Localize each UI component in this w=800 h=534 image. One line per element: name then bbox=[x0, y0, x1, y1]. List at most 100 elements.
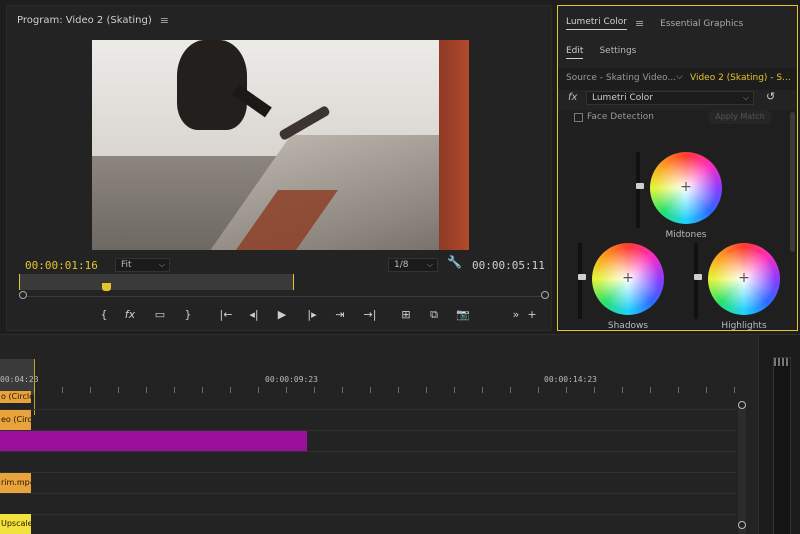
timeline-clip[interactable]: eo (Circle) bbox=[0, 410, 31, 430]
chevron-down-icon[interactable]: ⌵ bbox=[676, 72, 683, 82]
zoom-handle-left[interactable] bbox=[19, 291, 27, 299]
extract-icon[interactable]: ⧉ bbox=[425, 306, 443, 324]
ruler-tick bbox=[706, 387, 707, 393]
highlights-slider-handle[interactable] bbox=[694, 274, 702, 280]
shadows-slider[interactable] bbox=[578, 243, 582, 319]
step-back-icon[interactable]: ◂| bbox=[245, 306, 263, 324]
ruler-tick bbox=[482, 387, 483, 393]
tab-edit[interactable]: Edit bbox=[566, 46, 584, 59]
effect-select[interactable]: Lumetri Color ⌵ bbox=[586, 91, 754, 105]
ruler-tick bbox=[202, 387, 203, 393]
midtones-slider[interactable] bbox=[636, 152, 640, 228]
ruler-tick bbox=[426, 387, 427, 393]
program-monitor-header: Program: Video 2 (Skating) ≡ bbox=[17, 14, 169, 27]
lumetri-color-panel: Lumetri Color ≡ Essential Graphics Edit … bbox=[557, 5, 798, 331]
lift-icon[interactable]: ⊞ bbox=[397, 306, 415, 324]
ruler-tick bbox=[566, 387, 567, 393]
duration-timecode: 00:00:05:11 bbox=[472, 259, 545, 272]
playback-resolution-value: 1/8 bbox=[394, 260, 409, 270]
mark-out-icon[interactable]: } bbox=[179, 306, 197, 324]
hamburger-icon[interactable]: ≡ bbox=[160, 14, 169, 27]
current-timecode[interactable]: 00:00:01:16 bbox=[25, 259, 98, 272]
chevron-down-icon: ⌵ bbox=[426, 260, 433, 269]
timeline-clip-adjustment[interactable] bbox=[0, 431, 307, 451]
ruler-tick bbox=[650, 387, 651, 393]
midtones-slider-handle[interactable] bbox=[636, 183, 644, 189]
ruler-tick bbox=[622, 387, 623, 393]
audio-meter-bars bbox=[774, 358, 790, 366]
scroll-handle-bottom[interactable] bbox=[738, 521, 746, 529]
safe-margins-icon[interactable]: ▭ bbox=[151, 306, 169, 324]
track-divider bbox=[0, 493, 736, 494]
reset-icon[interactable]: ↺ bbox=[766, 90, 775, 103]
face-detection-checkbox[interactable] bbox=[574, 112, 583, 122]
step-forward-icon[interactable]: |▸ bbox=[303, 306, 321, 324]
zoom-handle-right[interactable] bbox=[541, 291, 549, 299]
go-to-in-icon[interactable]: |← bbox=[217, 306, 235, 324]
lumetri-subtabs: Edit Settings bbox=[566, 46, 636, 59]
program-monitor-panel: Program: Video 2 (Skating) ≡ 00:00:01:16… bbox=[6, 5, 552, 331]
timeline-clip[interactable]: o (Circle) bbox=[0, 391, 31, 403]
ruler-tick bbox=[594, 387, 595, 393]
mark-in-icon[interactable]: { bbox=[95, 306, 113, 324]
zoom-scrollbar-track[interactable] bbox=[19, 296, 545, 297]
tab-essential-graphics[interactable]: Essential Graphics bbox=[660, 19, 743, 29]
effect-select-value: Lumetri Color bbox=[592, 93, 653, 103]
playback-resolution-select[interactable]: 1/8 ⌵ bbox=[388, 258, 438, 272]
ruler-tick bbox=[174, 387, 175, 393]
transport-controls: { fx ▭ } |← ◂| ▶ |▸ ⇥ →| ⊞ ⧉ 📷 » + bbox=[7, 306, 553, 326]
face-detection-label: Face Detection bbox=[587, 112, 654, 122]
scroll-handle-top[interactable] bbox=[738, 401, 746, 409]
hamburger-icon[interactable]: ≡ bbox=[635, 17, 644, 30]
monitor-scrub-bar[interactable] bbox=[19, 274, 549, 302]
crosshair-icon: + bbox=[680, 179, 692, 195]
panel-scrollbar[interactable] bbox=[790, 112, 795, 252]
ruler-tick bbox=[118, 387, 119, 393]
shadows-slider-handle[interactable] bbox=[578, 274, 586, 280]
ruler-tick bbox=[370, 387, 371, 393]
camera-icon[interactable]: 📷 bbox=[454, 306, 472, 324]
ruler-tick bbox=[342, 387, 343, 393]
track-divider bbox=[0, 472, 736, 473]
ruler-tick bbox=[538, 387, 539, 393]
track-divider bbox=[0, 514, 736, 515]
play-icon[interactable]: ▶ bbox=[273, 306, 291, 324]
ruler-tick bbox=[678, 387, 679, 393]
tab-lumetri-color[interactable]: Lumetri Color bbox=[566, 17, 627, 30]
tab-settings[interactable]: Settings bbox=[599, 46, 636, 59]
clip-label: eo (Circle) bbox=[1, 415, 31, 424]
zoom-fit-value: Fit bbox=[121, 260, 132, 270]
monitor-time-ruler[interactable] bbox=[19, 274, 294, 290]
ruler-tick bbox=[230, 387, 231, 393]
zoom-fit-select[interactable]: Fit ⌵ bbox=[115, 258, 170, 272]
timeline-clip[interactable]: rim.mp4 bbox=[0, 473, 31, 493]
ruler-tick bbox=[286, 387, 287, 393]
video-preview bbox=[92, 40, 469, 250]
fx-icon[interactable]: fx bbox=[121, 306, 139, 324]
target-sequence-label[interactable]: Video 2 (Skating) - S... bbox=[690, 73, 791, 83]
source-clip-label[interactable]: Source - Skating Video... bbox=[566, 73, 676, 83]
crosshair-icon: + bbox=[622, 270, 634, 286]
apply-match-button[interactable]: Apply Match bbox=[708, 110, 772, 124]
crosshair-icon: + bbox=[738, 270, 750, 286]
export-frame-icon[interactable]: ⇥ bbox=[331, 306, 349, 324]
timeline-clip[interactable]: Upscaled. bbox=[0, 514, 31, 534]
effect-row: fx Lumetri Color ⌵ ↺ bbox=[558, 90, 797, 108]
ruler-tick bbox=[734, 387, 735, 393]
timeline-playhead[interactable] bbox=[34, 359, 35, 415]
ruler-tick bbox=[146, 387, 147, 393]
wrench-icon[interactable]: 🔧 bbox=[447, 255, 462, 269]
program-monitor-title[interactable]: Program: Video 2 (Skating) bbox=[17, 15, 152, 26]
playhead-icon[interactable] bbox=[102, 283, 111, 291]
timeline-ruler[interactable] bbox=[0, 370, 735, 396]
highlights-label: Highlights bbox=[721, 321, 767, 331]
go-to-out-icon[interactable]: →| bbox=[361, 306, 379, 324]
timeline-vertical-scrollbar[interactable] bbox=[738, 401, 746, 534]
midtones-label: Midtones bbox=[665, 230, 707, 240]
chevron-down-icon: ⌵ bbox=[742, 93, 749, 102]
ruler-tick bbox=[90, 387, 91, 393]
highlights-slider[interactable] bbox=[694, 243, 698, 319]
clip-label: rim.mp4 bbox=[1, 478, 31, 487]
add-icon[interactable]: + bbox=[523, 306, 541, 324]
fx-icon[interactable]: fx bbox=[568, 92, 577, 103]
